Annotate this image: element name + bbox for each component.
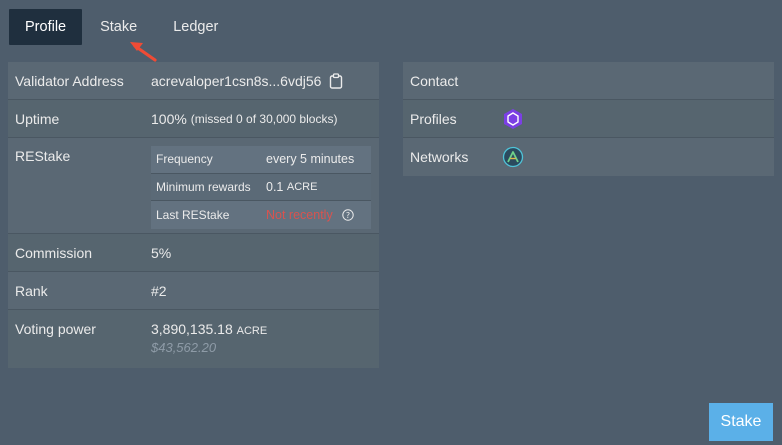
- row-networks: Networks: [403, 138, 774, 176]
- last-restake-label: Last REStake: [156, 207, 230, 222]
- frequency-label: Frequency: [156, 152, 213, 167]
- uptime-detail: (missed 0 of 30,000 blocks): [190, 111, 338, 126]
- tab-profile[interactable]: Profile: [9, 9, 83, 45]
- voting-power-label: Voting power: [15, 321, 96, 337]
- commission-value: 5%: [151, 244, 172, 261]
- keybase-hex-icon[interactable]: [502, 108, 524, 130]
- network-logo-icon[interactable]: [502, 146, 524, 168]
- row-rank: Rank #2: [8, 272, 379, 310]
- svg-text:?: ?: [346, 211, 350, 220]
- uptime-label: Uptime: [15, 110, 60, 127]
- tab-ledger[interactable]: Ledger: [155, 9, 236, 45]
- row-commission: Commission 5%: [8, 234, 379, 272]
- last-restake-value: Not recently: [266, 207, 333, 222]
- help-icon[interactable]: ?: [342, 209, 354, 221]
- stake-button[interactable]: Stake: [709, 403, 773, 441]
- profiles-label: Profiles: [410, 110, 457, 127]
- row-voting-power: Voting power 3,890,135.18 ACRE $43,562.2…: [8, 310, 379, 368]
- restake-label: REStake: [15, 148, 71, 164]
- pointer-arrow-icon: [130, 42, 157, 62]
- restake-frequency-row: Frequency every 5 minutes: [151, 146, 371, 174]
- voting-power-value: 3,890,135.18: [151, 321, 233, 337]
- min-rewards-unit: ACRE: [286, 180, 318, 193]
- row-restake: REStake Frequency every 5 minutes Minimu…: [8, 138, 379, 234]
- validator-profile-table: Validator Address acrevaloper1csn8s...6v…: [8, 62, 379, 368]
- row-uptime: Uptime 100% (missed 0 of 30,000 blocks): [8, 100, 379, 138]
- min-rewards-label: Minimum rewards: [156, 179, 251, 194]
- row-profiles: Profiles: [403, 100, 774, 138]
- validator-address-label: Validator Address: [15, 72, 124, 89]
- rank-label: Rank: [15, 282, 48, 299]
- voting-power-unit: ACRE: [236, 325, 268, 337]
- last-restake-row: Last REStake Not recently ?: [151, 201, 371, 229]
- contact-label: Contact: [410, 72, 459, 89]
- row-validator-address: Validator Address acrevaloper1csn8s...6v…: [8, 62, 379, 100]
- frequency-value: every 5 minutes: [266, 152, 355, 167]
- clipboard-icon[interactable]: [329, 72, 343, 89]
- networks-label: Networks: [410, 149, 469, 165]
- tab-bar: Profile Stake Ledger: [9, 9, 236, 45]
- row-contact: Contact: [403, 62, 774, 100]
- restake-min-rewards-row: Minimum rewards 0.1 ACRE: [151, 173, 371, 201]
- voting-power-usd: $43,562.20: [151, 340, 217, 355]
- min-rewards-value: 0.1: [266, 179, 284, 194]
- restake-details-table: Frequency every 5 minutes Minimum reward…: [151, 146, 371, 229]
- commission-label: Commission: [15, 244, 93, 261]
- validator-address-value: acrevaloper1csn8s...6vdj56: [151, 72, 322, 89]
- uptime-value: 100%: [151, 110, 187, 127]
- validator-links-table: Contact Profiles Networks: [403, 62, 774, 176]
- rank-value: #2: [151, 282, 167, 299]
